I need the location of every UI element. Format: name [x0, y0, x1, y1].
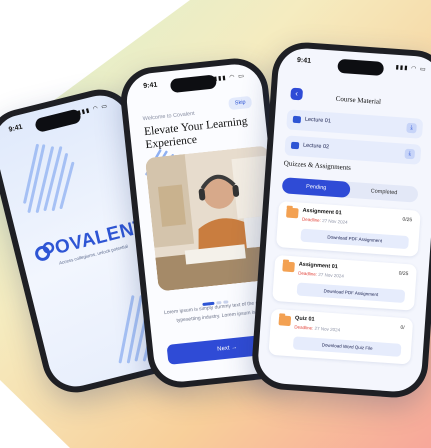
download-icon[interactable]: ⤓ — [404, 148, 416, 160]
dynamic-island — [337, 58, 385, 76]
status-time: 9:41 — [143, 81, 158, 90]
item-deadline: Deadline: 27 Nov 2024 — [301, 216, 348, 225]
item-score: 0/ — [400, 324, 405, 332]
status-time: 9:41 — [296, 56, 312, 65]
download-pdf-button[interactable]: Download PDF Assignment — [300, 228, 410, 250]
lecture-item[interactable]: Lecture 01 ⤓ — [286, 109, 424, 139]
item-deadline: Deadline: 27 Nov 2024 — [294, 324, 341, 333]
page-title: Course Material — [335, 94, 382, 106]
item-score: 0/25 — [398, 270, 409, 278]
dynamic-island — [33, 108, 83, 134]
assignment-card[interactable]: Assignment 01 Deadline: 27 Nov 2024 0/25… — [272, 254, 418, 311]
status-icons: ▮▮▮ ◠ ▭ — [77, 103, 109, 117]
folder-icon — [278, 315, 292, 327]
download-word-button[interactable]: Download Word Quiz File — [292, 336, 402, 357]
folder-icon — [282, 261, 295, 273]
course-screen: 9:41 ▮▮▮ ◠ ▭ ‹ Course Material Lecture 0… — [256, 46, 431, 394]
course-phone: 9:41 ▮▮▮ ◠ ▭ ‹ Course Material Lecture 0… — [250, 40, 431, 400]
welcome-text: Welcome to Covalent — [142, 110, 196, 123]
dynamic-island — [169, 74, 217, 94]
download-icon[interactable]: ⤓ — [406, 122, 417, 134]
blue-scribble-top — [23, 143, 75, 213]
status-tabs: Pending Completed — [281, 177, 419, 203]
skip-button[interactable]: Skip — [228, 95, 253, 111]
download-pdf-button[interactable]: Download PDF Assignment — [296, 282, 406, 303]
folder-icon — [292, 115, 302, 124]
tab-pending[interactable]: Pending — [281, 177, 351, 198]
section-title: Quizzes & Assignments — [283, 159, 352, 172]
status-icons: ▮▮▮ ◠ ▭ — [213, 73, 246, 83]
item-title: Quiz 01 — [294, 315, 315, 323]
item-deadline: Deadline: 27 Nov 2024 — [298, 270, 345, 279]
folder-icon — [290, 141, 300, 150]
lecture-label: Lecture 02 — [302, 142, 330, 151]
folder-icon — [286, 207, 299, 219]
tab-completed[interactable]: Completed — [350, 182, 419, 203]
quiz-card[interactable]: Quiz 01 Deadline: 27 Nov 2024 0/ Downloa… — [268, 308, 414, 365]
status-icons: ▮▮▮ ◠ ▭ — [395, 64, 427, 73]
item-score: 0/25 — [402, 216, 413, 224]
item-title: Assignment 01 — [302, 207, 342, 217]
lecture-label: Lecture 01 — [304, 116, 332, 125]
status-time: 9:41 — [8, 123, 24, 134]
item-title: Assignment 01 — [298, 261, 339, 271]
assignment-card[interactable]: Assignment 01 Deadline: 27 Nov 2024 0/25… — [275, 201, 421, 257]
